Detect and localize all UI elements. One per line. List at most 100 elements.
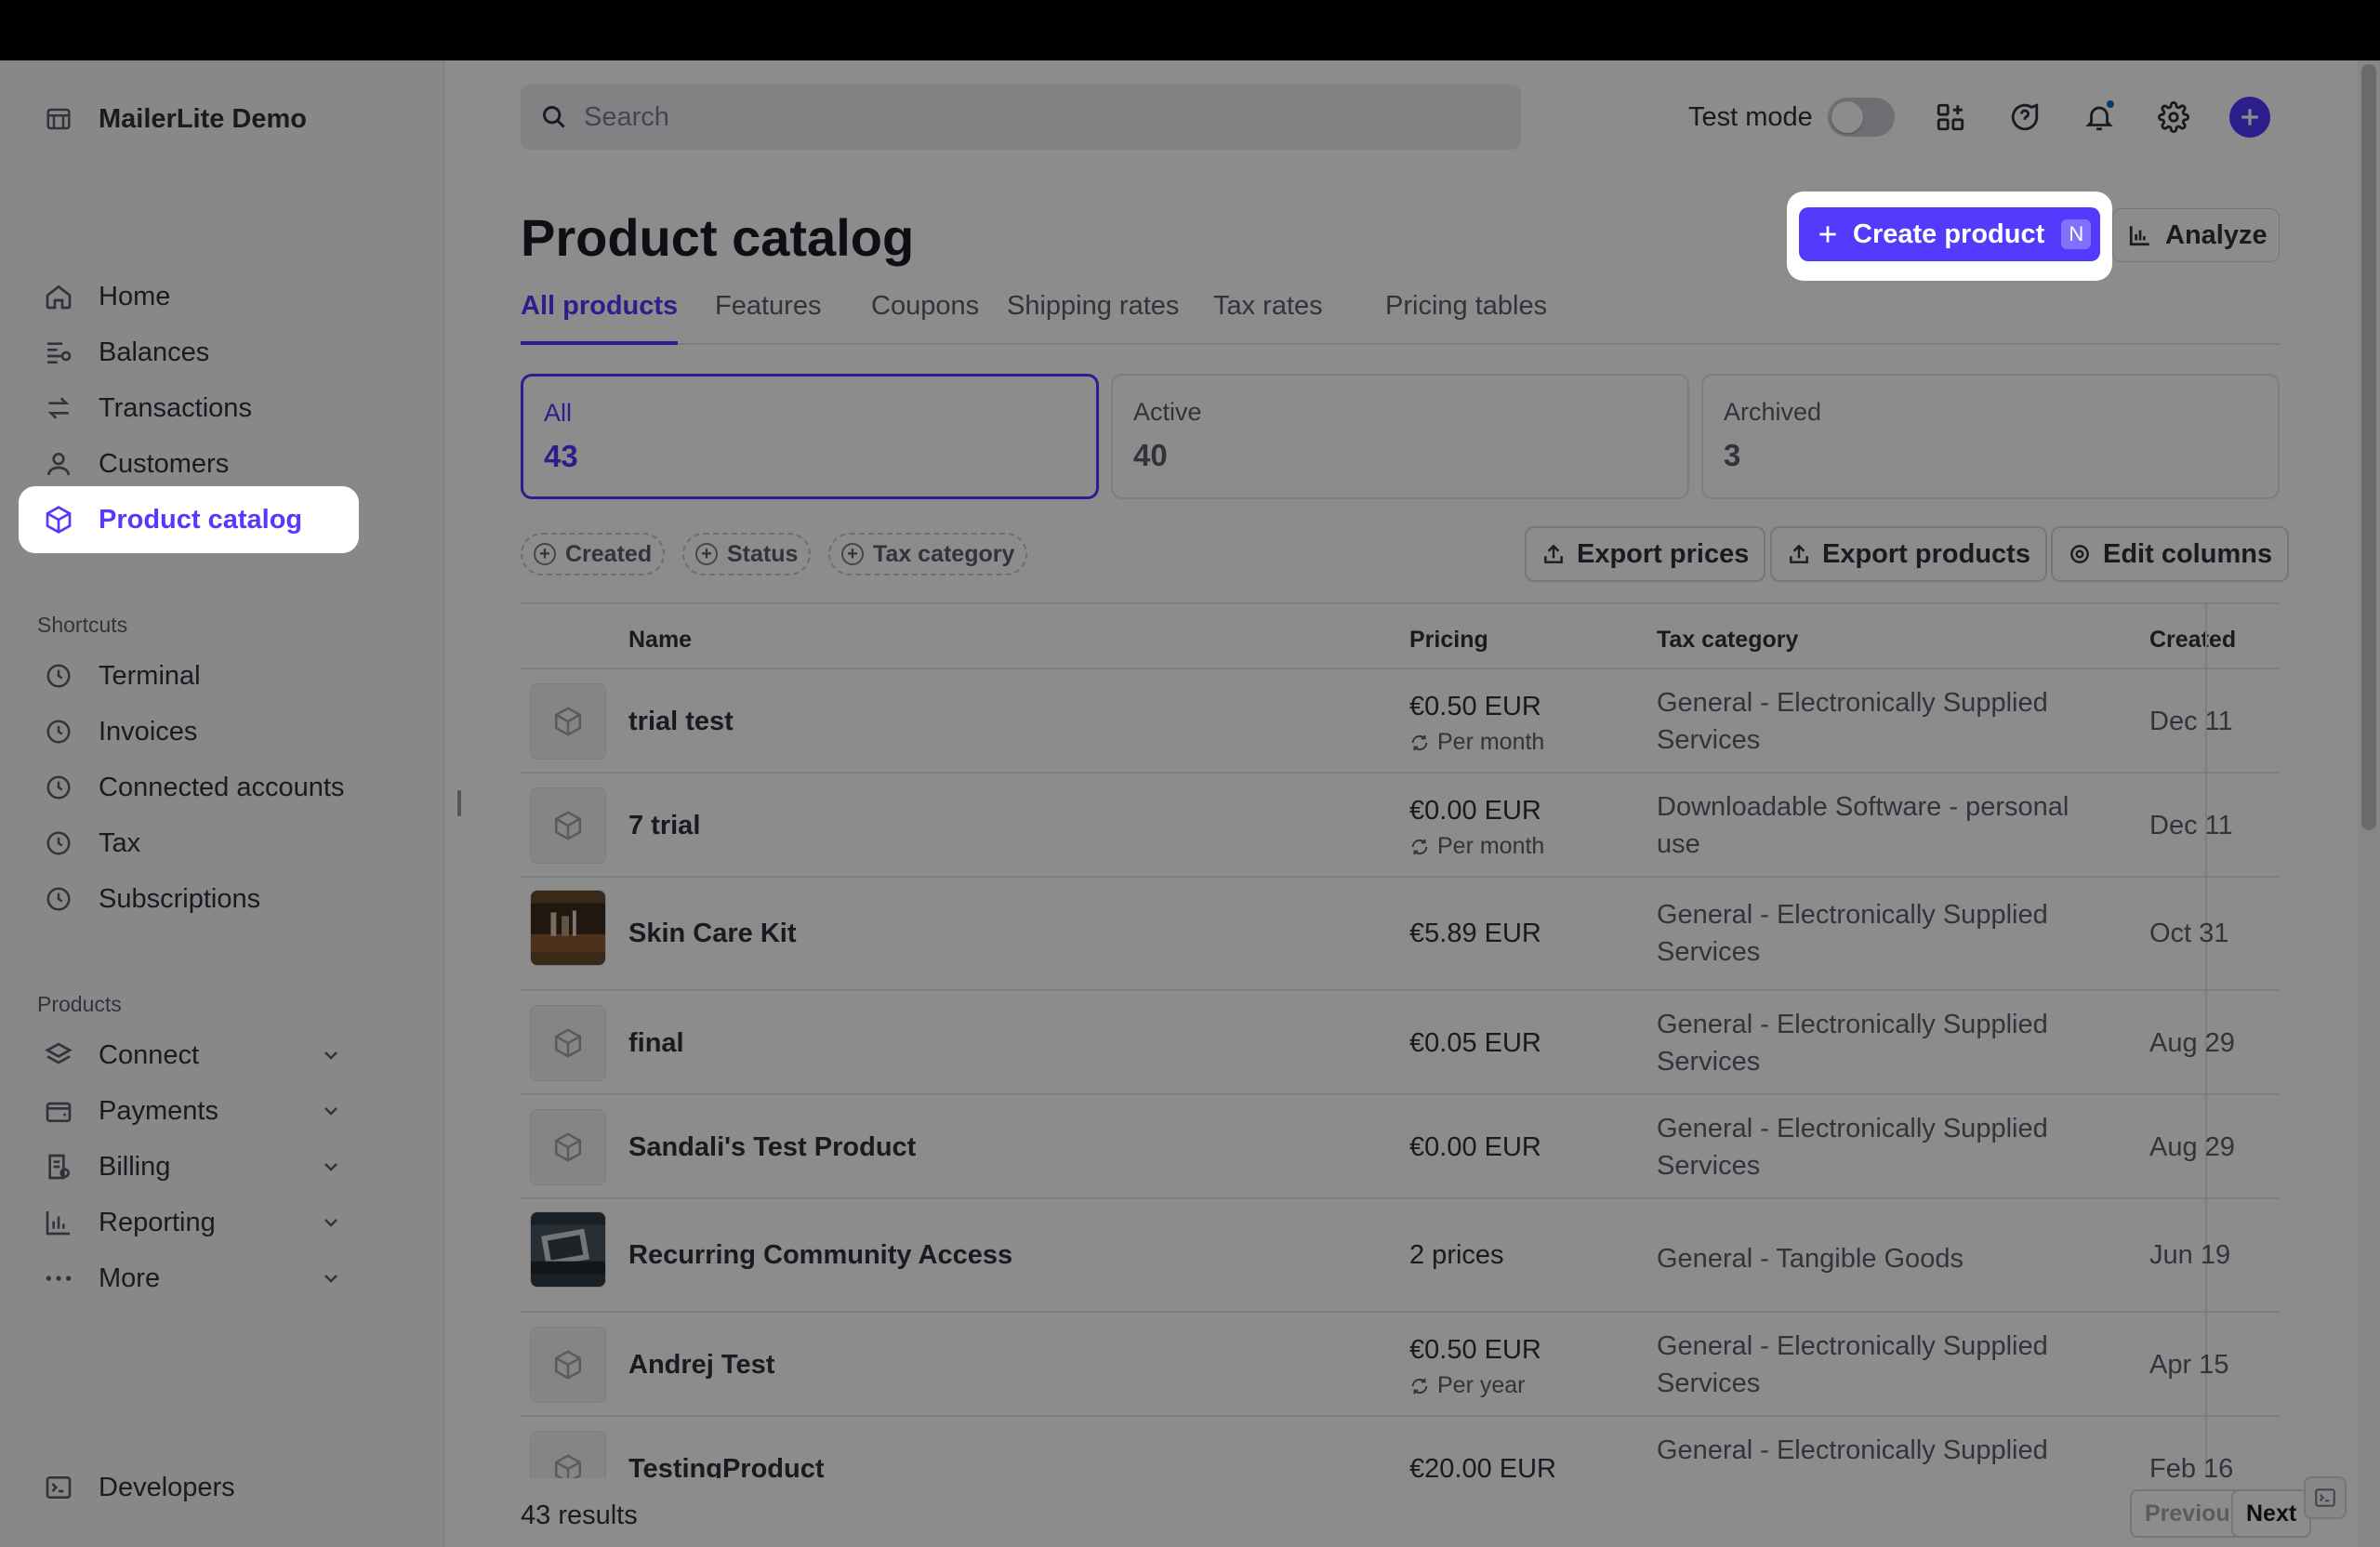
table-row[interactable]: 7 trial €0.00 EUR Per month Downloadable… (521, 774, 2280, 878)
tab-features[interactable]: Features (715, 291, 821, 345)
shortcut-subscriptions[interactable]: Subscriptions (22, 869, 355, 929)
create-product-button[interactable]: Create product N (1799, 207, 2100, 261)
table-row[interactable]: trial test €0.50 EUR Per month General -… (521, 669, 2280, 774)
table-row[interactable]: Recurring Community Access 2 prices Gene… (521, 1199, 2280, 1313)
product-tax-category: General - Electronically Supplied Servic… (1657, 900, 2048, 967)
nav-connect-label: Connect (99, 1039, 200, 1070)
nav-reporting[interactable]: Reporting (22, 1193, 355, 1252)
recurring-icon (1411, 839, 1428, 854)
analyze-button[interactable]: Analyze (2112, 208, 2280, 262)
column-header-pricing[interactable]: Pricing (1409, 627, 1488, 654)
quick-create-plus-icon[interactable] (2228, 97, 2270, 138)
filter-created[interactable]: + Created (521, 533, 666, 575)
app-window: MailerLite Demo Home Balances Transactio… (0, 60, 2380, 1547)
scrollbar-thumb[interactable] (2361, 64, 2376, 830)
tab-coupons[interactable]: Coupons (871, 291, 979, 345)
shortcut-invoices[interactable]: Invoices (22, 702, 355, 761)
page-scrollbar[interactable] (2358, 60, 2380, 1547)
customers-icon (41, 446, 76, 482)
table-row[interactable]: final €0.05 EUR General - Electronically… (521, 991, 2280, 1095)
shortcut-terminal[interactable]: Terminal (22, 646, 355, 706)
product-price: 2 prices (1409, 1240, 1504, 1270)
product-price: €0.00 EUR (1409, 796, 1541, 826)
plus-icon (1819, 226, 1836, 243)
chevron-down-icon (324, 1163, 337, 1171)
product-name[interactable]: trial test (628, 707, 734, 737)
tab-all-products[interactable]: All products (521, 291, 679, 345)
plus-circle-icon: + (695, 543, 718, 565)
next-page-button[interactable]: Next (2231, 1489, 2312, 1538)
column-header-tax-category[interactable]: Tax category (1657, 627, 1798, 654)
nav-product-catalog-highlight[interactable]: Product catalog (22, 490, 355, 549)
nav-more-label: More (99, 1263, 161, 1293)
summary-card-active[interactable]: Active 40 (1111, 374, 1689, 499)
shortcut-subscriptions-label: Subscriptions (99, 883, 261, 914)
table-row[interactable]: TestingProduct €20.00 EUR General - Elec… (521, 1417, 2280, 1478)
nav-transactions[interactable]: Transactions (22, 378, 355, 438)
recurring-icon (1411, 734, 1428, 750)
product-name[interactable]: Andrej Test (628, 1350, 774, 1381)
shortcut-connected-accounts[interactable]: Connected accounts (22, 758, 355, 817)
nav-connect[interactable]: Connect (22, 1025, 355, 1085)
results-count: 43 results (521, 1501, 638, 1530)
column-header-created[interactable]: Created (2149, 627, 2236, 654)
summary-card-archived[interactable]: Archived 3 (1701, 374, 2280, 499)
summary-count: 40 (1133, 438, 1168, 472)
product-name[interactable]: Skin Care Kit (628, 919, 797, 949)
tab-pricing-tables[interactable]: Pricing tables (1385, 291, 1547, 345)
table-row[interactable]: Skin Care Kit €5.89 EUR General - Electr… (521, 878, 2280, 991)
product-name[interactable]: final (628, 1028, 684, 1059)
product-price: €0.50 EUR (1409, 1335, 1541, 1365)
nav-customers[interactable]: Customers (22, 434, 355, 494)
nav-billing[interactable]: Billing (22, 1137, 355, 1197)
column-header-name[interactable]: Name (628, 627, 692, 654)
tab-tax-rates[interactable]: Tax rates (1213, 291, 1323, 345)
table-row[interactable]: Sandali's Test Product €0.00 EUR General… (521, 1095, 2280, 1199)
shortcut-tax[interactable]: Tax (22, 813, 355, 873)
summary-card-all[interactable]: All 43 (521, 374, 1099, 499)
shell-terminal-icon[interactable] (2304, 1476, 2347, 1519)
filter-label: Status (727, 540, 799, 567)
billing-icon (41, 1149, 76, 1184)
export-prices-label: Export prices (1577, 538, 1750, 569)
filter-tax-category[interactable]: + Tax category (828, 533, 1028, 575)
filter-status[interactable]: + Status (682, 533, 812, 575)
keyboard-shortcut-badge: N (2061, 219, 2092, 249)
chevron-down-icon (324, 1275, 337, 1283)
product-name[interactable]: TestingProduct (628, 1454, 825, 1478)
shortcut-invoices-label: Invoices (99, 716, 198, 747)
nav-more[interactable]: More (22, 1249, 355, 1308)
product-placeholder-icon (530, 1109, 606, 1185)
chevron-down-icon (324, 1051, 337, 1060)
product-tax-category: General - Electronically Supplied Servic… (1657, 1114, 2048, 1181)
product-created: Oct 31 (2149, 919, 2229, 948)
price-interval: Per year (1409, 1372, 1525, 1399)
search-input[interactable]: Search (521, 85, 1521, 150)
table-row[interactable]: Andrej Test €0.50 EUR Per year General -… (521, 1313, 2280, 1417)
help-icon[interactable] (2006, 99, 2043, 136)
product-name[interactable]: Sandali's Test Product (628, 1132, 916, 1163)
clock-icon (41, 826, 76, 861)
export-prices-button[interactable]: Export prices (1525, 526, 1766, 582)
export-products-button[interactable]: Export products (1770, 526, 2047, 582)
sidebar: MailerLite Demo Home Balances Transactio… (0, 60, 444, 1547)
export-icon (1790, 544, 1808, 563)
settings-gear-icon[interactable] (2155, 99, 2192, 136)
home-icon (41, 279, 76, 314)
product-created: Dec 11 (2149, 707, 2233, 736)
product-name[interactable]: Recurring Community Access (628, 1240, 1012, 1271)
nav-developers[interactable]: Developers (22, 1458, 355, 1517)
nav-payments[interactable]: Payments (22, 1081, 355, 1141)
account-switcher[interactable]: MailerLite Demo (41, 101, 307, 137)
tab-shipping-rates[interactable]: Shipping rates (1007, 291, 1179, 345)
clock-icon (41, 714, 76, 749)
nav-balances[interactable]: Balances (22, 323, 355, 382)
test-mode-toggle[interactable] (1827, 98, 1895, 137)
product-name[interactable]: 7 trial (628, 811, 700, 841)
store-icon (41, 101, 76, 137)
notifications-bell-icon[interactable] (2081, 99, 2118, 136)
nav-home[interactable]: Home (22, 267, 355, 326)
apps-icon[interactable] (1932, 99, 1969, 136)
edit-columns-button[interactable]: Edit columns (2051, 526, 2290, 582)
analyze-label: Analyze (2165, 219, 2268, 250)
